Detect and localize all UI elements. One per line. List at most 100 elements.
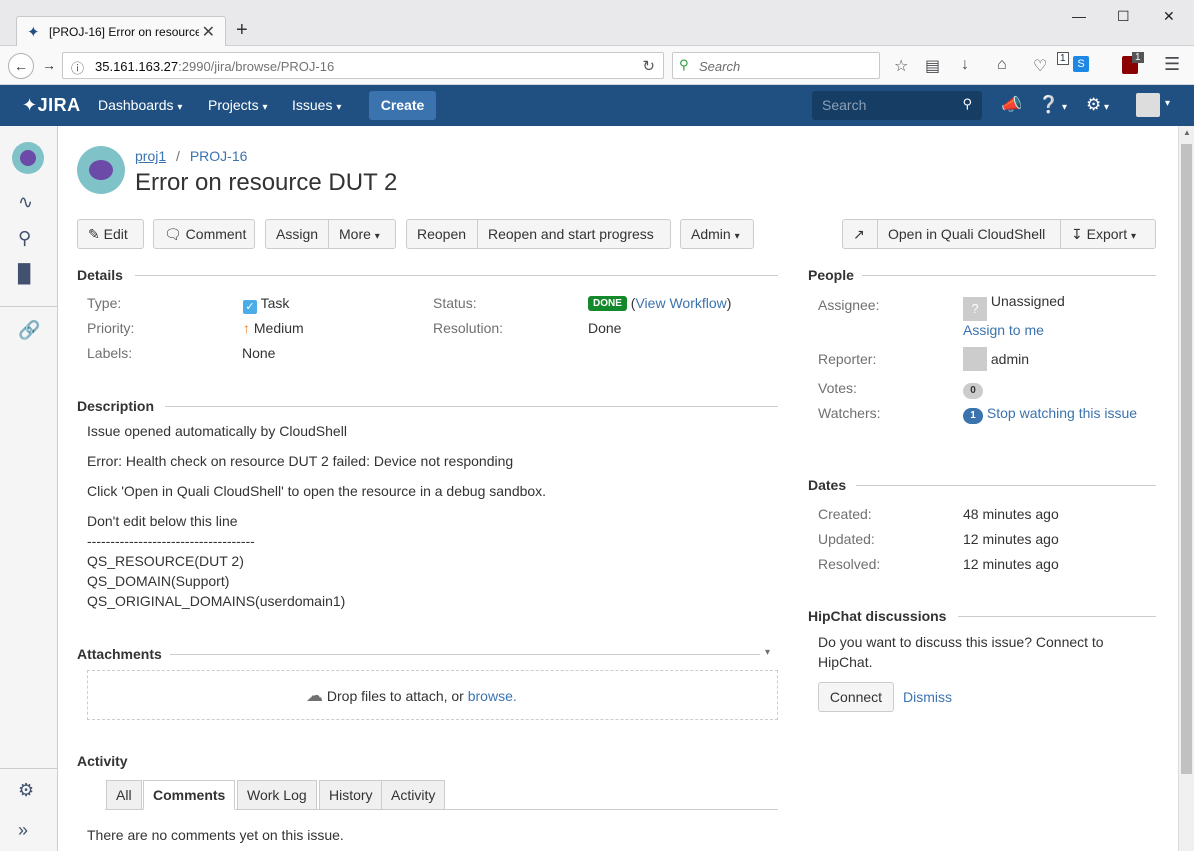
tab-work-log[interactable]: Work Log <box>237 780 317 810</box>
reopen-button[interactable]: Reopen <box>406 219 478 249</box>
maximize-window-icon[interactable]: ☐ <box>1117 8 1130 25</box>
project-settings-gear-icon[interactable]: ⚙ <box>18 780 34 801</box>
page-scrollbar[interactable]: ▲ <box>1178 126 1194 851</box>
hipchat-text-line2: HipChat. <box>818 654 873 670</box>
jira-search-input[interactable]: Search ⚲ <box>812 91 982 120</box>
details-rule <box>135 275 778 276</box>
share-button[interactable]: ↗ <box>842 219 878 249</box>
skype-icon[interactable]: S <box>1073 56 1089 72</box>
watchers-count-badge[interactable]: 1 <box>963 408 983 424</box>
download-icon[interactable]: ↓ <box>961 56 969 74</box>
reload-icon[interactable]: ↻ <box>642 57 655 75</box>
megaphone-icon[interactable]: 📣 <box>1001 95 1022 115</box>
forward-icon[interactable]: → <box>36 53 62 79</box>
extension-badge: 1 <box>1057 52 1069 65</box>
reports-chart-icon[interactable]: ▉ <box>18 264 32 285</box>
scroll-up-icon[interactable]: ▲ <box>1183 128 1191 137</box>
project-avatar-large-inner <box>89 160 113 180</box>
hipchat-rule <box>958 616 1156 617</box>
admin-button[interactable]: Admin ▾ <box>680 219 754 249</box>
reading-list-icon[interactable]: ▤ <box>925 56 940 76</box>
url-bar[interactable]: ⓘ 35.161.163.27:2990/jira/browse/PROJ-16… <box>62 52 664 79</box>
minimize-window-icon[interactable]: — <box>1072 8 1086 24</box>
comment-label: Comment <box>185 226 247 242</box>
nav-dashboards[interactable]: Dashboards ▾ <box>98 97 182 113</box>
tab-comments[interactable]: Comments <box>143 780 236 810</box>
updated-label: Updated: <box>818 531 875 547</box>
people-heading[interactable]: People <box>808 267 854 283</box>
issues-search-icon[interactable]: ⚲ <box>18 228 31 249</box>
attachments-heading[interactable]: Attachments <box>77 646 162 662</box>
new-tab-icon[interactable]: + <box>236 19 248 42</box>
stop-watching-link[interactable]: Stop watching this issue <box>987 405 1137 421</box>
pocket-icon[interactable]: ♡ <box>1033 56 1047 76</box>
votes-value[interactable]: 0 <box>963 380 983 399</box>
open-in-quali-cloudshell-button[interactable]: Open in Quali CloudShell <box>877 219 1061 249</box>
menu-icon[interactable]: ☰ <box>1164 54 1180 75</box>
breadcrumb-project-link[interactable]: proj1 <box>135 148 166 164</box>
dates-heading[interactable]: Dates <box>808 477 846 493</box>
user-avatar[interactable] <box>1136 93 1160 117</box>
browser-search-field[interactable]: ⚲ Search <box>672 52 880 79</box>
bookmark-star-icon[interactable]: ☆ <box>894 56 908 76</box>
browse-link[interactable]: browse. <box>468 688 517 704</box>
view-workflow-link[interactable]: View Workflow <box>635 295 726 311</box>
issue-title[interactable]: Error on resource DUT 2 <box>135 169 397 197</box>
search-icon: ⚲ <box>962 96 972 111</box>
type-label: Type: <box>87 295 122 311</box>
project-avatar-inner <box>20 150 36 166</box>
attachment-dropzone[interactable]: ☁ Drop files to attach, or browse. <box>87 670 778 720</box>
priority-label: Priority: <box>87 320 135 336</box>
type-value: ✓ Task <box>243 295 289 314</box>
nav-issues[interactable]: Issues ▾ <box>292 97 341 113</box>
nav-projects[interactable]: Projects ▾ <box>208 97 268 113</box>
activity-heading[interactable]: Activity <box>77 753 128 769</box>
tab-activity[interactable]: Activity <box>381 780 446 810</box>
tab-history[interactable]: History <box>319 780 383 810</box>
sidebar-divider <box>0 306 58 307</box>
home-icon[interactable]: ⌂ <box>997 56 1007 74</box>
assign-button[interactable]: Assign <box>265 219 329 249</box>
more-button[interactable]: More ▾ <box>328 219 396 249</box>
edit-button[interactable]: ✎ Edit <box>77 219 144 249</box>
description-heading[interactable]: Description <box>77 398 154 414</box>
nav-issues-label: Issues <box>292 97 333 113</box>
create-button[interactable]: Create <box>369 91 436 120</box>
settings-gear-icon[interactable]: ⚙ ▾ <box>1086 95 1109 115</box>
browser-toolbar: ← → ⓘ 35.161.163.27:2990/jira/browse/PRO… <box>0 46 1194 85</box>
hipchat-heading[interactable]: HipChat discussions <box>808 608 946 624</box>
description-line: QS_RESOURCE(DUT 2) <box>87 553 244 569</box>
dates-rule <box>856 485 1156 486</box>
close-tab-icon[interactable]: ✕ <box>202 22 215 42</box>
close-window-icon[interactable]: ✕ <box>1163 8 1175 25</box>
assign-to-me-link[interactable]: Assign to me <box>963 322 1044 338</box>
connect-button[interactable]: Connect <box>818 682 894 712</box>
activity-pulse-icon[interactable]: ∿ <box>18 192 33 213</box>
reporter-label: Reporter: <box>818 351 877 367</box>
browser-tab-bar: ✦ [PROJ-16] Error on resource ✕ + — ☐ ✕ <box>0 0 1194 47</box>
attachments-options-chevron-icon[interactable]: ▾ <box>765 647 770 658</box>
description-line: Issue opened automatically by CloudShell <box>87 423 347 439</box>
reopen-and-start-progress-button[interactable]: Reopen and start progress <box>477 219 671 249</box>
export-button[interactable]: ↧ Export ▾ <box>1060 219 1156 249</box>
tab-all[interactable]: All <box>106 780 142 810</box>
details-heading[interactable]: Details <box>77 267 123 283</box>
help-icon[interactable]: ❔ ▾ <box>1038 95 1067 115</box>
nav-dashboards-label: Dashboards <box>98 97 174 113</box>
scroll-thumb[interactable] <box>1181 144 1192 774</box>
breadcrumb-separator: / <box>176 148 180 164</box>
dropzone-label: Drop files to attach, or <box>326 688 464 704</box>
info-icon[interactable]: ⓘ <box>71 58 84 77</box>
expand-sidebar-icon[interactable]: » <box>18 820 28 841</box>
updated-value: 12 minutes ago <box>963 531 1059 547</box>
browser-tab[interactable]: ✦ [PROJ-16] Error on resource ✕ <box>16 16 226 47</box>
back-icon[interactable]: ← <box>8 53 34 79</box>
dismiss-link[interactable]: Dismiss <box>903 689 952 705</box>
project-avatar[interactable] <box>12 142 44 174</box>
comment-button[interactable]: 🗨 Comment <box>153 219 255 249</box>
link-icon[interactable]: 🔗 <box>18 320 40 341</box>
resolved-value: 12 minutes ago <box>963 556 1059 572</box>
breadcrumb-issue-key-link[interactable]: PROJ-16 <box>190 148 248 164</box>
share-icon: ↗ <box>853 226 865 242</box>
jira-logo[interactable]: ✦JIRA <box>22 95 81 116</box>
